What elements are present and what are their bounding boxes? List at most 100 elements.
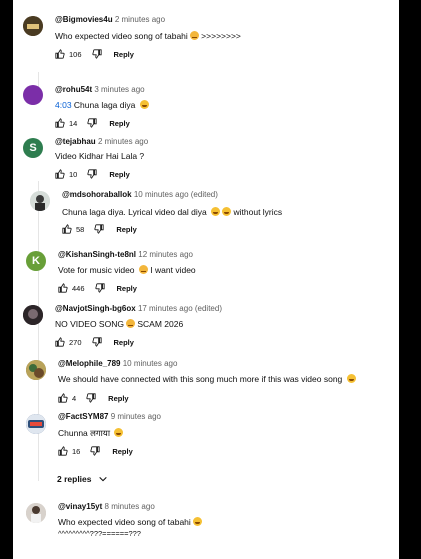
comment-text: We should have connected with this song … xyxy=(58,374,356,384)
timestamp-link[interactable]: 4:03 xyxy=(55,100,72,110)
comment-time: 2 minutes ago xyxy=(97,137,149,146)
comment-text: Who expected video song of tabahi >>>>>>… xyxy=(55,31,241,41)
author-name[interactable]: @mdsohoraballok xyxy=(62,190,132,199)
comment-text: Chunna लगाया xyxy=(58,428,124,439)
comment-header: @Melophile_789 10 minutes ago xyxy=(58,359,177,368)
thumbs-up-icon[interactable] xyxy=(55,337,65,347)
author-name[interactable]: @rohu54t xyxy=(55,85,92,94)
author-name[interactable]: @tejabhau xyxy=(55,137,96,146)
comment-text: Vote for music video I want video xyxy=(58,265,196,275)
comment-header: @vinay15yt 8 minutes ago xyxy=(58,502,155,511)
reply-button[interactable]: Reply xyxy=(112,447,132,456)
comment-text: Video Kidhar Hai Lala ? xyxy=(55,151,145,161)
thumbs-up-icon[interactable] xyxy=(58,283,68,293)
comment-body: Who expected video song of tabahi xyxy=(55,31,188,41)
thumbs-down-icon[interactable] xyxy=(87,169,97,179)
like-count: 10 xyxy=(69,169,78,179)
like-count: 270 xyxy=(69,337,82,347)
comment-body: NO VIDEO SONG xyxy=(55,319,124,329)
comment-time: 17 minutes ago (edited) xyxy=(137,304,222,313)
comment-body-suffix: without lyrics xyxy=(233,207,283,217)
comment-header: @FactSYM87 9 minutes ago xyxy=(58,412,161,421)
reply-button[interactable]: Reply xyxy=(109,170,129,179)
author-name[interactable]: @FactSYM87 xyxy=(58,412,108,421)
comment-body-suffix: >>>>>>>> xyxy=(201,31,241,41)
like-count: 446 xyxy=(72,283,85,293)
comment-header: @KishanSingh-te8nl 12 minutes ago xyxy=(58,250,193,259)
replies-count: 2 replies xyxy=(57,474,92,484)
laughing-emoji-icon xyxy=(139,100,149,109)
comment-body: Chunna लगाया xyxy=(58,428,111,438)
author-name[interactable]: @Bigmovies4u xyxy=(55,15,113,24)
avatar[interactable] xyxy=(26,360,46,380)
reply-button[interactable]: Reply xyxy=(108,394,128,403)
thumbs-down-icon[interactable] xyxy=(87,118,97,128)
comment-actions: 446 Reply xyxy=(58,283,137,293)
thumbs-down-icon[interactable] xyxy=(94,283,105,293)
author-name[interactable]: @Melophile_789 xyxy=(58,359,121,368)
thumbs-down-icon[interactable] xyxy=(86,393,96,403)
thumbs-up-icon[interactable] xyxy=(62,224,72,234)
comment-header: @rohu54t 3 minutes ago xyxy=(55,85,145,94)
comment-actions: 106 Reply xyxy=(55,49,134,59)
avatar[interactable] xyxy=(30,191,50,211)
laughing-emoji-icon xyxy=(211,207,221,216)
avatar-letter: K xyxy=(32,255,40,267)
avatar[interactable] xyxy=(26,414,46,434)
comment-actions: 14 Reply xyxy=(55,118,130,128)
avatar[interactable]: S xyxy=(23,138,43,158)
avatar[interactable] xyxy=(23,305,43,325)
comment-time: 3 minutes ago xyxy=(94,85,145,94)
thumbs-down-icon[interactable] xyxy=(94,224,104,234)
comment-time: 8 minutes ago xyxy=(104,502,155,511)
avatar[interactable]: K xyxy=(26,251,46,271)
comment-time: 10 minutes ago xyxy=(122,359,178,368)
like-count: 106 xyxy=(69,49,82,59)
thumbs-up-icon[interactable] xyxy=(55,118,65,128)
avatar[interactable] xyxy=(23,16,43,36)
like-count: 4 xyxy=(72,393,77,403)
comment-time: 10 minutes ago (edited) xyxy=(133,190,218,199)
comment-text: NO VIDEO SONG SCAM 2026 xyxy=(55,319,183,329)
comment-header: @NavjotSingh-bg6ox 17 minutes ago (edite… xyxy=(55,304,222,313)
like-count: 58 xyxy=(76,224,85,234)
laughing-emoji-icon xyxy=(222,207,232,216)
comment-text: Chuna laga diya. Lyrical video dal diya … xyxy=(62,207,282,217)
thumbs-up-icon[interactable] xyxy=(58,393,68,403)
replies-toggle[interactable]: 2 replies xyxy=(57,474,108,484)
author-name[interactable]: @vinay15yt xyxy=(58,502,102,511)
thumbs-up-icon[interactable] xyxy=(55,169,65,179)
reply-button[interactable]: Reply xyxy=(117,284,137,293)
comment-header: @tejabhau 2 minutes ago xyxy=(55,137,148,146)
reply-button[interactable]: Reply xyxy=(116,225,136,234)
comment-body: Vote for music video xyxy=(58,265,135,275)
reply-button[interactable]: Reply xyxy=(114,338,134,347)
comment-body-suffix: SCAM 2026 xyxy=(137,319,184,329)
thumbs-down-icon[interactable] xyxy=(91,49,102,59)
comments-panel: @Bigmovies4u 2 minutes ago Who expected … xyxy=(13,0,399,559)
reply-button[interactable]: Reply xyxy=(114,50,134,59)
crying-emoji-icon xyxy=(138,265,148,274)
comment-body: Chuna laga diya xyxy=(73,100,136,110)
comment-actions: 10 Reply xyxy=(55,169,130,179)
comment-actions: 270 Reply xyxy=(55,337,134,347)
crying-emoji-icon xyxy=(189,31,199,40)
author-name[interactable]: @NavjotSingh-bg6ox xyxy=(55,304,136,313)
laughing-emoji-icon xyxy=(114,428,124,437)
thumbs-up-icon[interactable] xyxy=(58,446,68,456)
comment-time: 12 minutes ago xyxy=(138,250,193,259)
reply-button[interactable]: Reply xyxy=(109,119,129,128)
chevron-down-icon xyxy=(98,476,107,482)
thumbs-down-icon[interactable] xyxy=(90,446,100,456)
comment-header: @Bigmovies4u 2 minutes ago xyxy=(55,15,165,24)
author-name[interactable]: @KishanSingh-te8nl xyxy=(58,250,136,259)
laughing-emoji-icon xyxy=(192,517,202,526)
avatar[interactable] xyxy=(23,85,43,105)
comment-time: 9 minutes ago xyxy=(110,412,161,421)
comment-text: Who expected video song of tabahi xyxy=(58,517,202,527)
avatar[interactable] xyxy=(26,503,46,523)
thumbs-up-icon[interactable] xyxy=(55,49,65,59)
thumbs-down-icon[interactable] xyxy=(91,337,102,347)
comment-text-line2: ^^^^^^^^^???======??? xyxy=(58,529,141,538)
comment-header: @mdsohoraballok 10 minutes ago (edited) xyxy=(62,190,218,199)
